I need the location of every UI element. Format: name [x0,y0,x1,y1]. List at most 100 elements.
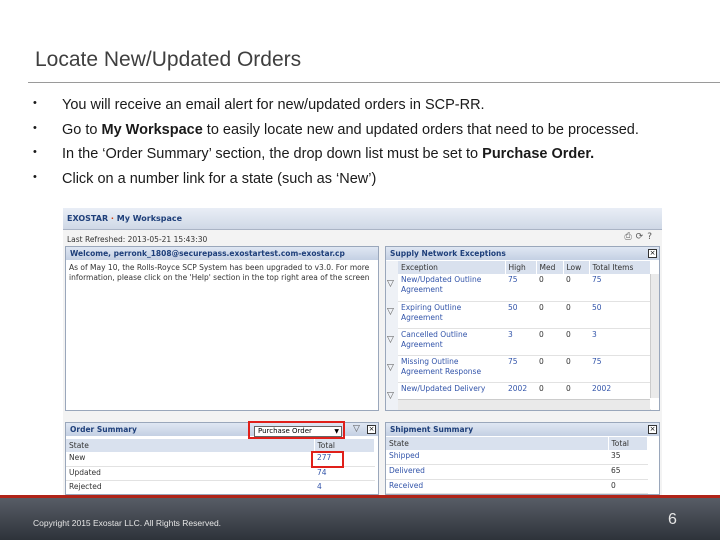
med-count: 0 [536,301,563,329]
welcome-header: Welcome, perronk_1808@securepass.exostar… [66,247,378,260]
order-state: New [66,452,314,467]
table-row: New/Updated Outline Agreement 75 0 0 75 [398,274,651,302]
bullet-text: You will receive an email alert for new/… [62,97,485,113]
column-header[interactable]: Total Items [589,261,651,274]
bullet-item: • In the ‘Order Summary’ section, the dro… [33,146,713,171]
table-row: Expiring Outline Agreement 50 0 0 50 [398,301,651,329]
table-row: Rejected 4 [66,480,375,494]
total-count-link[interactable]: 75 [589,355,651,383]
high-count-link[interactable]: 75 [505,274,536,302]
shipment-count: 0 [608,479,648,494]
high-count-link[interactable]: 50 [505,301,536,329]
column-header[interactable]: High [505,261,537,274]
high-count-link[interactable]: 75 [505,355,536,383]
table-row: Shipped 35 [386,450,648,465]
column-header[interactable]: Low [563,261,590,274]
title-divider [28,82,720,83]
bullet-item: • You will receive an email alert for new… [33,97,713,122]
low-count: 0 [563,355,589,383]
exception-name-link[interactable]: Cancelled Outline Agreement [398,328,505,356]
exception-name-link[interactable]: New/Updated Outline Agreement [398,274,505,302]
low-count: 0 [563,328,589,356]
table-header-row: Exception High Med Low Total Items [398,261,651,274]
column-header[interactable]: Med [536,261,564,274]
bullet-item: • Go to My Workspace to easily locate new… [33,122,713,147]
order-count-link[interactable]: 74 [314,466,375,481]
column-header[interactable]: Total [608,437,648,450]
exception-name-link[interactable]: Missing Outline Agreement Response [398,355,505,383]
bullet-text: In the ‘Order Summary’ section, the drop… [62,146,483,162]
close-icon[interactable]: × [648,425,657,434]
med-count: 0 [536,274,563,302]
exceptions-header: Supply Network Exceptions [386,247,659,260]
column-header[interactable]: Exception [398,261,506,274]
bullet-text: to easily locate new and updated orders … [202,121,639,138]
toolbar-icons: ⎙⟳? [624,232,656,242]
table-row: Received 0 [386,479,648,494]
column-header[interactable]: State [66,439,315,452]
filter-icon[interactable]: ▽ [387,279,394,289]
copyright-text: Copyright 2015 Exostar LLC. All Rights R… [33,518,222,528]
bullet-list: • You will receive an email alert for new… [33,97,713,195]
total-count-link[interactable]: 75 [589,274,651,302]
filter-icon[interactable]: ▽ [387,335,394,345]
filter-icon[interactable]: ▽ [353,424,360,434]
total-count-link[interactable]: 50 [589,301,651,329]
footer-accent-line [0,495,720,498]
close-icon[interactable]: × [648,249,657,258]
close-icon[interactable]: × [367,425,376,434]
print-icon[interactable]: ⎙ [624,232,635,242]
bullet-text: Go to [62,121,102,138]
bullet-dot: • [33,146,37,158]
bullet-dot: • [33,170,37,183]
shipment-state-link[interactable]: Delivered [386,464,608,480]
column-header[interactable]: State [386,437,609,450]
order-state: Updated [66,466,314,481]
shipment-state-link[interactable]: Shipped [386,450,608,465]
vertical-scrollbar[interactable] [650,274,659,398]
workspace-title: My Workspace [116,214,183,223]
page-number: 6 [668,511,677,528]
app-header: EXOSTAR · My Workspace [63,208,662,230]
bullet-dot: • [33,97,37,109]
help-icon[interactable]: ? [647,232,656,242]
workspace-screenshot: EXOSTAR · My Workspace Last Refreshed: 2… [63,208,662,495]
bullet-item: • Click on a number link for a state (suc… [33,171,713,196]
bullet-bold-text: Purchase Order. [482,146,595,162]
filter-icon[interactable]: ▽ [387,363,394,373]
welcome-panel: Welcome, perronk_1808@securepass.exostar… [65,246,379,411]
high-count-link[interactable]: 3 [505,328,536,356]
exostar-logo: EXOSTAR · My Workspace [67,214,183,223]
med-count: 0 [536,355,563,383]
filter-column: ▽ ▽ ▽ ▽ ▽ [386,261,398,410]
dropdown-highlight [248,421,345,439]
low-count: 0 [563,301,589,329]
welcome-message: As of May 10, the Rolls-Royce SCP System… [69,263,370,282]
table-row: Updated 74 [66,466,375,481]
table-header-row: State Total [386,437,648,450]
refresh-icon[interactable]: ⟳ [636,232,648,242]
table-row: Delivered 65 [386,464,648,480]
order-state: Rejected [66,480,314,494]
shipment-state-link[interactable]: Received [386,479,608,494]
shipment-count: 65 [608,464,648,480]
bullet-dot: • [33,121,37,134]
shipment-summary-table: State Total Shipped 35 Delivered 65 Rece… [386,437,648,494]
shipment-summary-header: Shipment Summary [386,423,659,436]
filter-icon[interactable]: ▽ [387,307,394,317]
slide-title: Locate New/Updated Orders [35,48,302,71]
table-row: Missing Outline Agreement Response 75 0 … [398,355,651,383]
table-row: Cancelled Outline Agreement 3 0 0 3 [398,328,651,356]
shipment-summary-panel: Shipment Summary × State Total Shipped 3… [385,422,660,495]
bullet-text: Click on a number link for a state (such… [62,170,377,187]
horizontal-scrollbar[interactable] [398,399,650,410]
filter-icon[interactable]: ▽ [387,391,394,401]
new-count-highlight [311,451,344,468]
exceptions-table: Exception High Med Low Total Items New/U… [398,261,651,410]
exception-name-link[interactable]: Expiring Outline Agreement [398,301,505,329]
order-count-link[interactable]: 4 [314,480,375,494]
low-count: 0 [563,274,589,302]
total-count-link[interactable]: 3 [589,328,651,356]
exceptions-panel: Supply Network Exceptions × ▽ ▽ ▽ ▽ ▽ Ex… [385,246,660,411]
shipment-count: 35 [608,450,648,465]
